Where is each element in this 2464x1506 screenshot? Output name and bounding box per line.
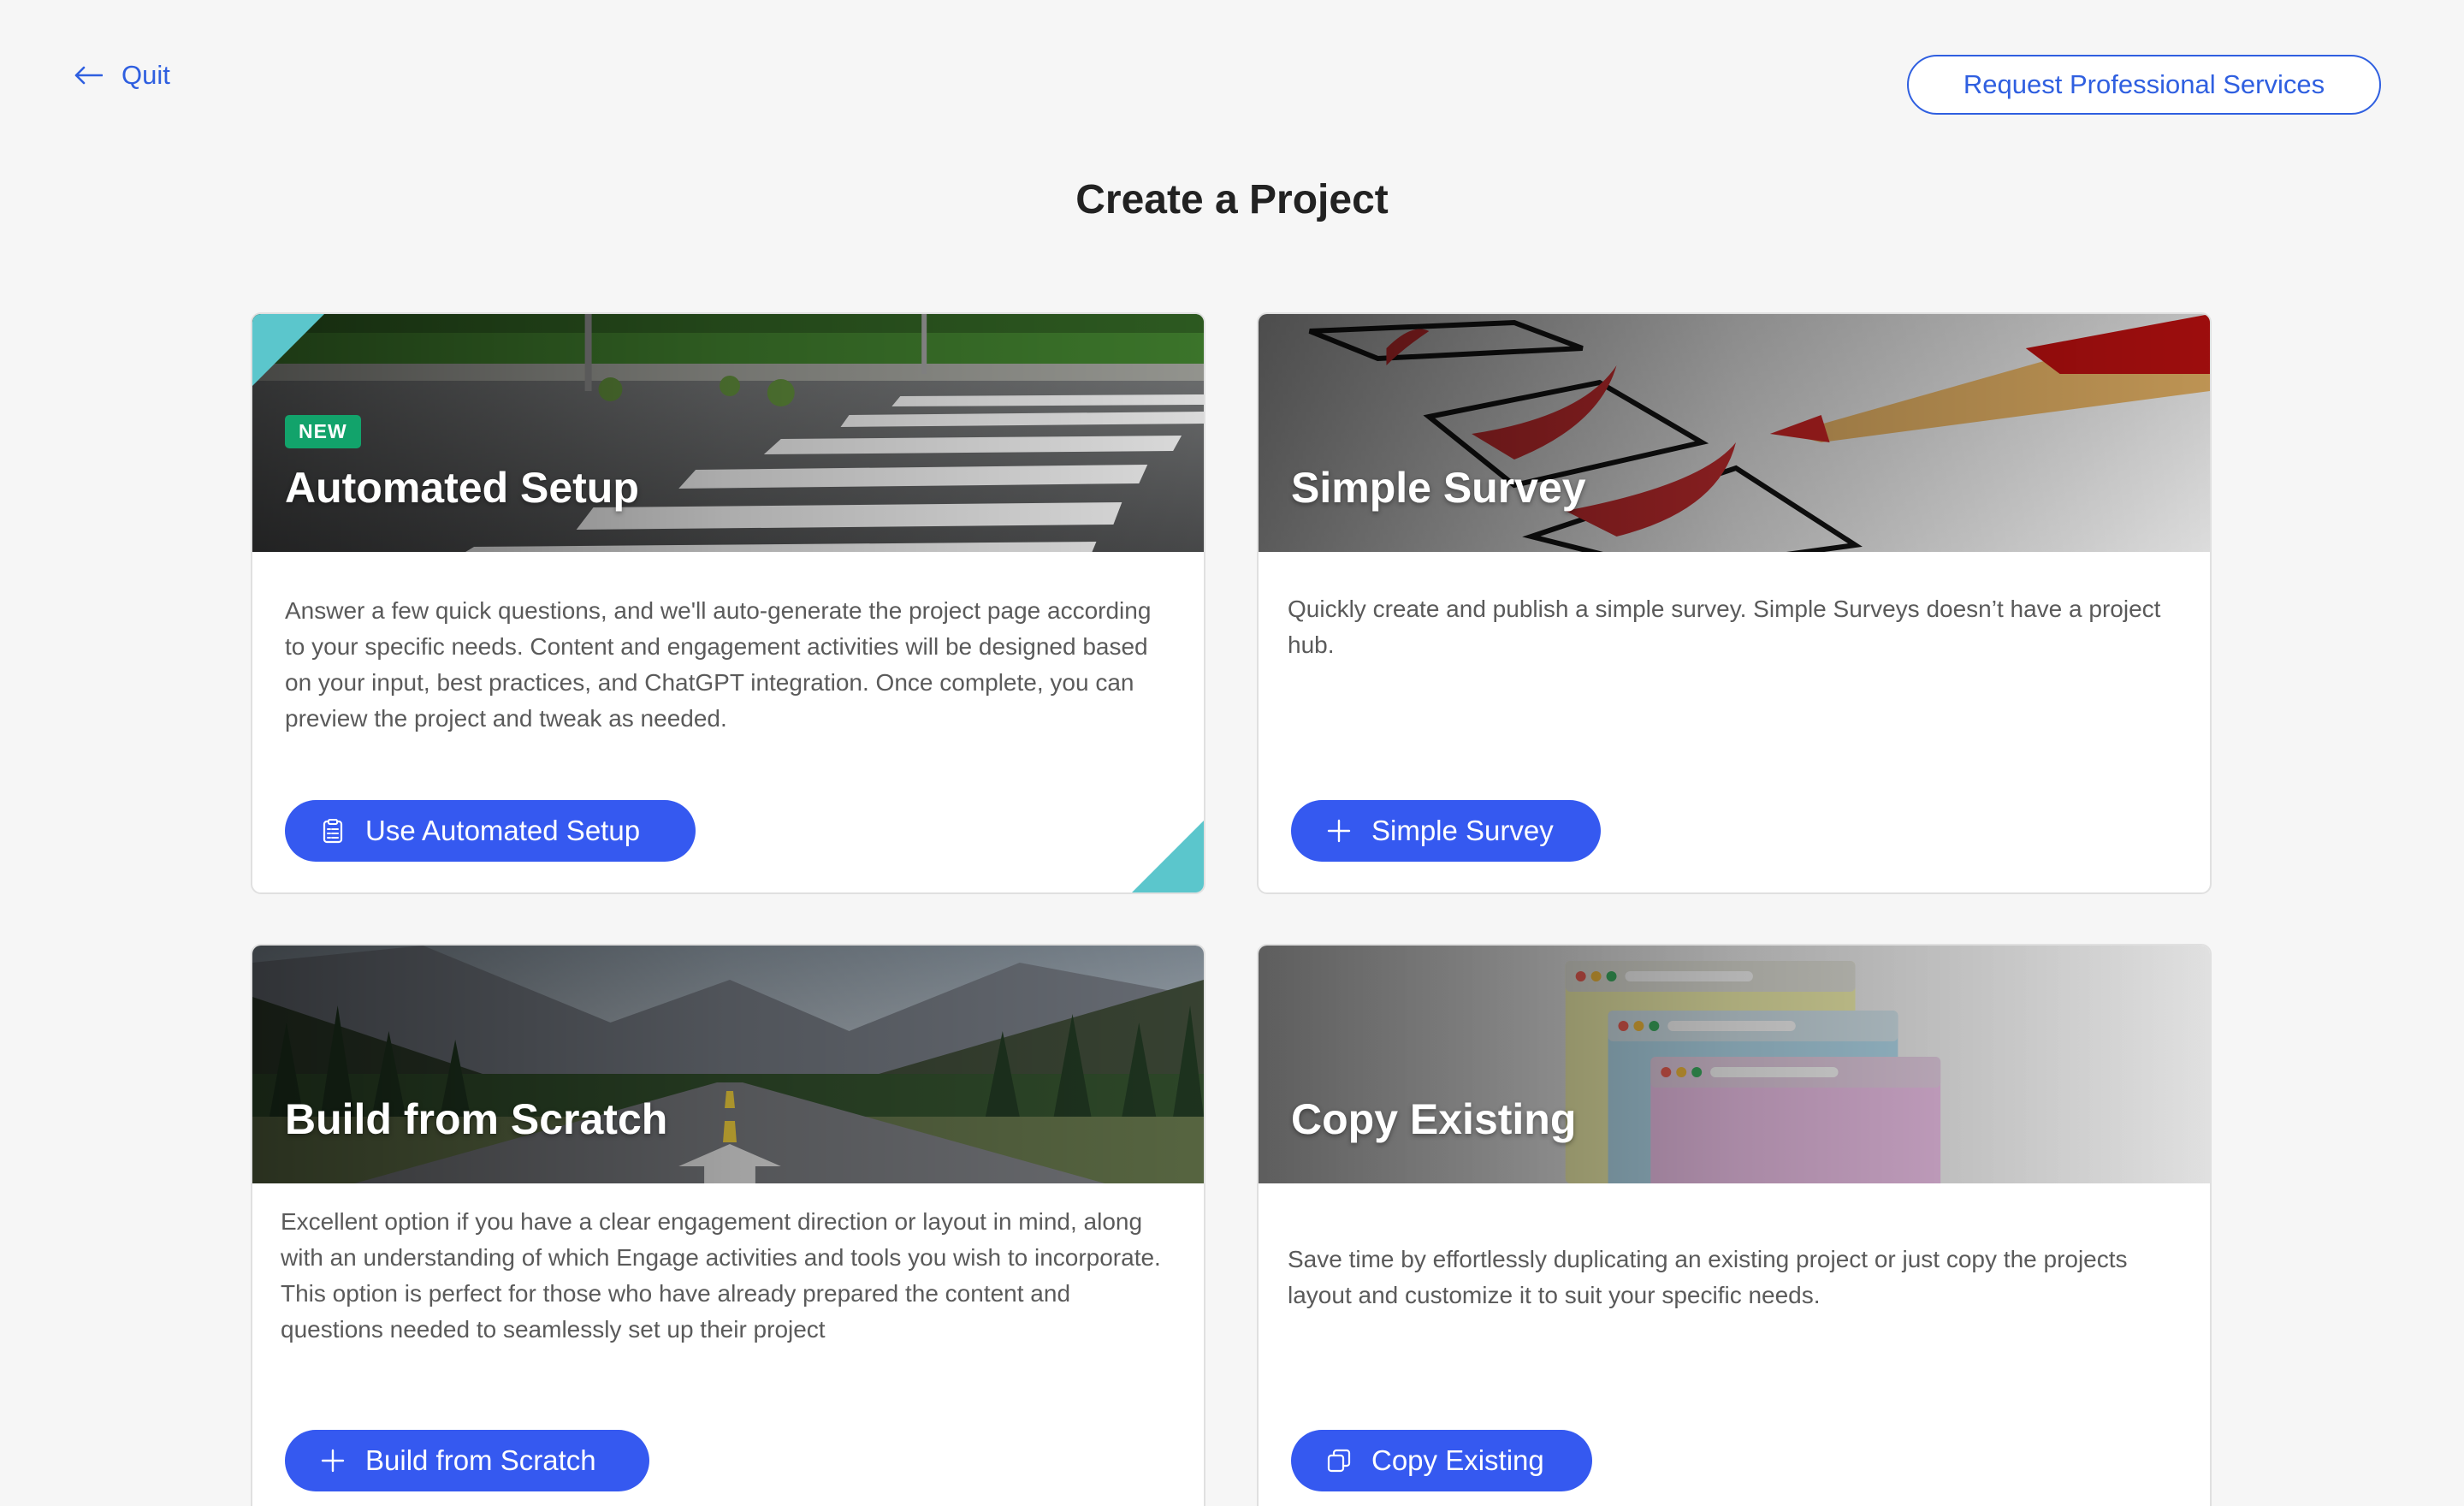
- automated-setup-hero-image: NEW Automated Setup: [252, 314, 1204, 552]
- copy-existing-card: Copy Existing Save time by effortlessly …: [1257, 944, 2212, 1506]
- hero-shade: [252, 314, 1204, 552]
- quit-link[interactable]: Quit: [74, 60, 170, 91]
- decorative-corner: [252, 314, 324, 386]
- arrow-left-icon: [74, 66, 103, 85]
- copy-icon: [1327, 1449, 1351, 1473]
- card-title: Copy Existing: [1291, 1095, 1577, 1143]
- plus-icon: [1327, 819, 1351, 843]
- quit-label: Quit: [121, 60, 170, 90]
- clipboard-list-icon: [323, 819, 343, 844]
- build-from-scratch-hero-image: Build from Scratch: [252, 946, 1204, 1183]
- use-automated-setup-button[interactable]: Use Automated Setup: [285, 800, 696, 862]
- button-label: Build from Scratch: [365, 1444, 596, 1476]
- automated-setup-card: NEW Automated Setup Answer a few quick q…: [251, 312, 1205, 894]
- card-description: Answer a few quick questions, and we'll …: [285, 597, 1152, 732]
- button-label: Copy Existing: [1371, 1444, 1544, 1476]
- copy-existing-button[interactable]: Copy Existing: [1291, 1430, 1592, 1491]
- new-badge: NEW: [285, 415, 361, 448]
- build-from-scratch-card: Build from Scratch Excellent option if y…: [251, 944, 1205, 1506]
- plus-icon: [321, 1449, 345, 1473]
- copy-existing-hero-image: Copy Existing: [1259, 946, 2210, 1183]
- button-label: Simple Survey: [1371, 815, 1554, 846]
- decorative-corner: [1132, 821, 1204, 892]
- simple-survey-hero-image: Simple Survey: [1259, 314, 2210, 552]
- hero-shade: [1259, 946, 2210, 1183]
- create-project-page: Quit Request Professional Services Creat…: [0, 0, 2464, 1506]
- card-title: Automated Setup: [285, 464, 639, 512]
- page-title: Create a Project: [1075, 177, 1389, 222]
- card-title: Build from Scratch: [285, 1095, 668, 1143]
- hero-shade: [252, 946, 1204, 1183]
- request-professional-services-button[interactable]: Request Professional Services: [1907, 55, 2381, 115]
- card-description: Quickly create and publish a simple surv…: [1288, 596, 2161, 658]
- card-description: Excellent option if you have a clear eng…: [281, 1208, 1161, 1343]
- simple-survey-button[interactable]: Simple Survey: [1291, 800, 1601, 862]
- card-title: Simple Survey: [1291, 464, 1586, 512]
- build-from-scratch-button[interactable]: Build from Scratch: [285, 1430, 649, 1491]
- card-description: Save time by effortlessly duplicating an…: [1288, 1246, 2128, 1308]
- button-label: Use Automated Setup: [365, 815, 641, 846]
- hero-shade: [1259, 314, 2210, 552]
- simple-survey-card: Simple Survey Quickly create and publish…: [1257, 312, 2212, 894]
